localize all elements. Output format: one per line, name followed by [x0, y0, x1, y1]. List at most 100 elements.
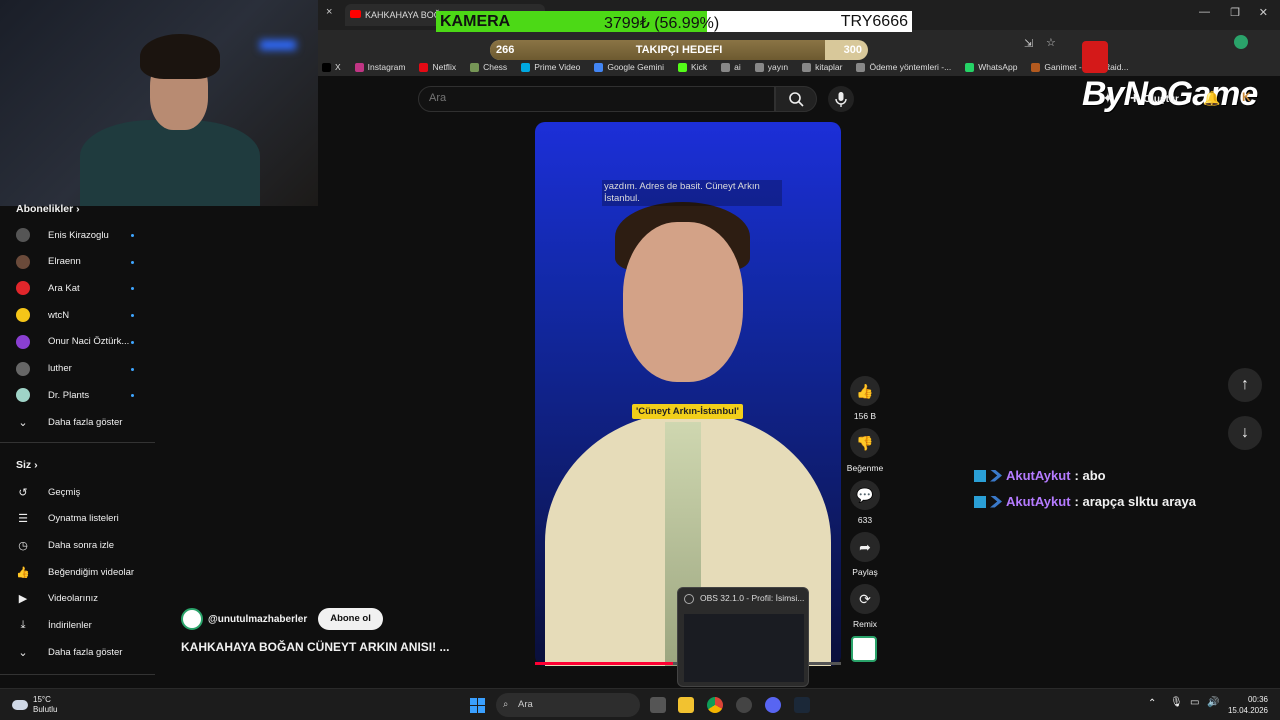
you-item[interactable]: ◷ Daha sonra izle	[16, 535, 136, 555]
sidebar-divider	[0, 674, 155, 675]
bookmark-item[interactable]: WhatsApp	[965, 62, 1017, 72]
video-face	[623, 222, 743, 382]
brand-badge-icon	[1082, 41, 1108, 74]
system-clock[interactable]: 00:36 15.04.2026	[1228, 694, 1268, 716]
comments-button[interactable]: 💬 633	[846, 480, 884, 525]
bookmark-item[interactable]: kitaplar	[802, 62, 842, 72]
subscription-item[interactable]: luther	[16, 359, 136, 379]
bookmark-item[interactable]: yayın	[754, 62, 788, 72]
you-item[interactable]: ▶ Videolarınız	[16, 589, 136, 609]
like-button[interactable]: 👍 156 B	[846, 376, 884, 421]
bookmark-item[interactable]: Kick	[678, 62, 707, 72]
subscription-item[interactable]: wtcN	[16, 305, 136, 325]
bookmark-icon	[419, 62, 429, 72]
you-heading[interactable]: Siz ›	[16, 459, 38, 471]
subscription-item[interactable]: Dr. Plants	[16, 385, 136, 405]
bookmark-item[interactable]: Ödeme yöntemleri -...	[856, 62, 951, 72]
window-close-icon[interactable]: ✕	[1259, 6, 1268, 19]
network-icon[interactable]: ▭	[1190, 697, 1199, 708]
search-box[interactable]	[418, 86, 775, 112]
channel-avatar[interactable]	[181, 608, 203, 630]
share-button[interactable]: ➦ Paylaş	[846, 532, 884, 577]
chat-username[interactable]: AkutAykut	[1006, 494, 1071, 509]
you-item[interactable]: ↺ Geçmiş	[16, 482, 136, 502]
channel-avatar-icon	[16, 361, 30, 376]
subscription-item[interactable]: Ara Kat	[16, 278, 136, 298]
webcam-feed	[0, 0, 318, 206]
chat-username[interactable]: AkutAykut	[1006, 468, 1071, 483]
subscriptions-heading[interactable]: Abonelikler ›	[16, 203, 80, 215]
follower-goal-bar: 266 TAKIPÇI HEDEFI 300	[490, 40, 868, 60]
shorts-video-player[interactable]: yazdım. Adres de basit. Cüneyt Arkın İst…	[535, 122, 841, 666]
microphone-tray-icon[interactable]: 🎙	[1170, 697, 1183, 708]
new-content-dot	[131, 234, 134, 237]
notifications-bell-icon[interactable]: 🔔	[1203, 90, 1220, 107]
channel-thumbnail-icon[interactable]	[851, 636, 877, 662]
obs-app-icon[interactable]	[736, 697, 752, 713]
bookmark-icon	[678, 62, 688, 72]
camera-goal-bar: KAMERA 3799₺ (56.99%) TRY6666	[436, 11, 912, 32]
subscription-item[interactable]: Onur Naci Öztürk...	[16, 332, 136, 352]
remix-label: Remix	[852, 619, 878, 629]
bookmark-item[interactable]: ai	[721, 62, 741, 72]
new-content-dot	[131, 260, 134, 264]
bookmark-icon	[802, 62, 812, 72]
microphone-icon	[835, 92, 847, 107]
file-explorer-icon[interactable]	[678, 697, 694, 713]
install-icon[interactable]: ⇲	[1024, 37, 1033, 50]
playlist-icon: ☰	[18, 513, 28, 526]
taskbar-search[interactable]: ⌕ Ara	[496, 693, 640, 717]
previous-video-button[interactable]: ↑	[1228, 368, 1262, 402]
chevron-right-icon: ›	[76, 203, 80, 215]
obs-preview-thumbnail	[684, 614, 804, 682]
bookmark-icon	[754, 62, 764, 72]
bookmark-item[interactable]: X	[322, 62, 341, 72]
you-item[interactable]: ☰ Oynatma listeleri	[16, 509, 136, 529]
channel-name[interactable]: @unutulmazhaberler	[208, 614, 307, 625]
video-title[interactable]: KAHKAHAYA BOĞAN CÜNEYT ARKIN ANISI! ...	[181, 640, 449, 654]
remix-button[interactable]: ⟳ Remix	[846, 584, 884, 629]
follower-goal-label: TAKIPÇI HEDEFI	[635, 44, 723, 56]
new-content-dot	[131, 314, 134, 318]
subscribe-button[interactable]: Abone ol	[318, 608, 383, 630]
you-item[interactable]: 👍 Beğendiğim videolar	[16, 562, 136, 582]
search-input[interactable]	[429, 92, 729, 104]
minimize-icon[interactable]: —	[1199, 6, 1210, 18]
show-more-subscriptions[interactable]: ⌄ Daha fazla göster	[16, 412, 136, 432]
ai-sparkle-icon[interactable]: ✦	[1102, 90, 1114, 107]
obs-preview-title: OBS 32.1.0 - Profil: İsimsi...	[700, 593, 805, 603]
obs-taskbar-preview[interactable]: OBS 32.1.0 - Profil: İsimsi...	[677, 587, 809, 687]
tray-chevron-icon[interactable]: ⌃	[1148, 698, 1156, 709]
bookmark-item[interactable]: Google Gemini	[594, 62, 664, 72]
create-button[interactable]: + Oluştur	[1130, 88, 1179, 110]
task-view-icon[interactable]	[650, 697, 666, 713]
camera-goal-code: TRY6666	[840, 13, 908, 30]
show-more-you[interactable]: ⌄ Daha fazla göster	[16, 642, 136, 662]
bookmark-item[interactable]: Chess	[470, 62, 507, 72]
dislike-button[interactable]: 👎 Beğenme	[846, 428, 884, 473]
weather-widget[interactable]: 15°C Bulutlu	[12, 695, 57, 715]
account-avatar-icon[interactable]: K	[1242, 90, 1251, 104]
volume-icon[interactable]: 🔊	[1207, 697, 1219, 708]
led-light	[260, 40, 296, 50]
chrome-icon[interactable]	[707, 697, 723, 713]
windows-start-icon[interactable]	[470, 698, 485, 713]
bookmark-item[interactable]: Prime Video	[521, 62, 580, 72]
tab-close-icon[interactable]: ×	[326, 6, 332, 18]
voice-search-button[interactable]	[828, 86, 854, 112]
you-item[interactable]: ⤓ İndirilenler	[16, 616, 136, 636]
youtube-favicon-icon	[350, 10, 361, 18]
next-video-button[interactable]: ↓	[1228, 416, 1262, 450]
steam-icon[interactable]	[794, 697, 810, 713]
subscription-item[interactable]: Elraenn	[16, 252, 136, 272]
restore-icon[interactable]: ❐	[1230, 6, 1240, 19]
video-icon: ▶	[18, 593, 28, 606]
streamer-hair	[140, 34, 220, 79]
discord-icon[interactable]	[765, 697, 781, 713]
bookmark-item[interactable]: Instagram	[354, 62, 405, 72]
bookmark-star-icon[interactable]: ☆	[1046, 36, 1056, 49]
bookmark-item[interactable]: Netflix	[419, 62, 456, 72]
thumbs-up-icon: 👍	[16, 566, 30, 579]
search-button[interactable]	[775, 86, 817, 112]
subscription-item[interactable]: Enis Kirazoglu	[16, 225, 136, 245]
